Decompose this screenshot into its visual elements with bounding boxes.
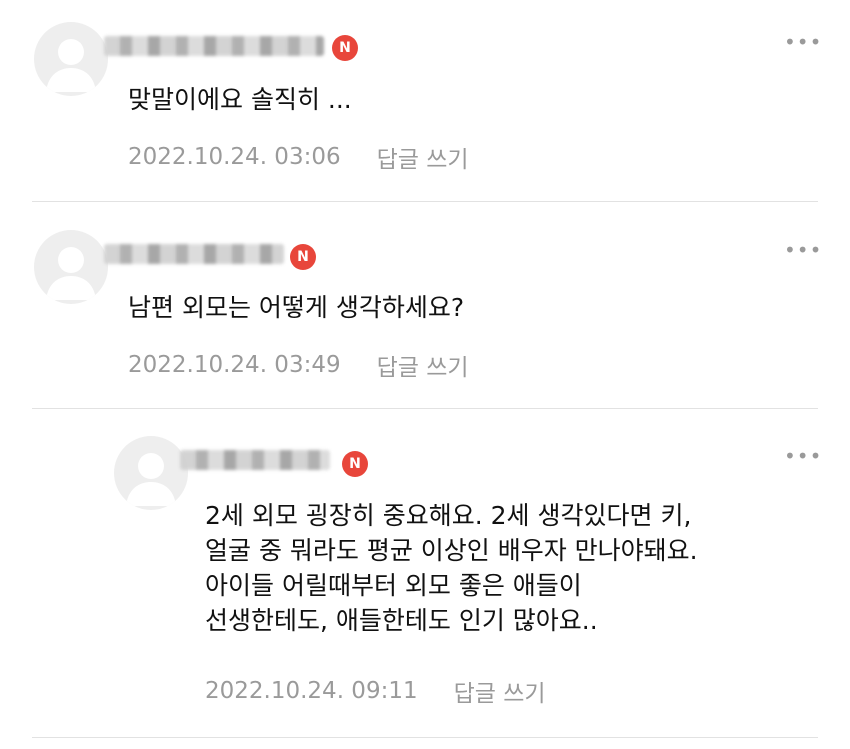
- avatar[interactable]: [114, 436, 188, 510]
- comment-meta: 2022.10.24. 03:49 답글 쓰기: [128, 348, 469, 382]
- timestamp: 2022.10.24. 03:49: [128, 352, 341, 378]
- user-silhouette-icon: [46, 247, 96, 300]
- avatar[interactable]: [34, 22, 108, 96]
- reply-button[interactable]: 답글 쓰기: [377, 348, 469, 382]
- divider: [32, 408, 818, 409]
- comment-text-line: 맞말이에요 솔직히 ...: [128, 85, 352, 114]
- timestamp: 2022.10.24. 03:06: [128, 144, 341, 170]
- user-silhouette-icon: [46, 39, 96, 92]
- comment-text-line: 남편 외모는 어떻게 생각하세요?: [128, 293, 465, 322]
- reply-button[interactable]: 답글 쓰기: [377, 140, 469, 174]
- new-badge: N: [342, 451, 368, 477]
- comment-text: 맞말이에요 솔직히 ...: [128, 82, 352, 117]
- author-name-redacted[interactable]: [180, 448, 330, 472]
- new-badge: N: [290, 244, 316, 270]
- divider: [32, 201, 818, 202]
- avatar[interactable]: [34, 230, 108, 304]
- more-dots-icon[interactable]: •••: [784, 238, 822, 262]
- author-name-redacted[interactable]: [104, 34, 324, 58]
- comment-text-line: 2세 외모 굉장히 중요해요. 2세 생각있다면 키,: [205, 501, 692, 530]
- comment-item: N ••• 남편 외모는 어떻게 생각하세요? 2022.10.24. 03:4…: [0, 208, 850, 408]
- more-dots-icon[interactable]: •••: [784, 30, 822, 54]
- comment-text: 남편 외모는 어떻게 생각하세요?: [128, 290, 464, 325]
- author-name-redacted[interactable]: [104, 242, 284, 266]
- user-silhouette-icon: [126, 453, 176, 506]
- comment-text-line: 선생한테도, 애들한테도 인기 많아요..: [205, 606, 598, 635]
- comment-text-line: 얼굴 중 뭐라도 평균 이상인 배우자 만나야돼요.: [205, 536, 698, 565]
- comment-item: N ••• 맞말이에요 솔직히 ... 2022.10.24. 03:06 답글…: [0, 0, 850, 200]
- comment-text-line: 아이들 어릴때부터 외모 좋은 애들이: [205, 571, 582, 600]
- reply-button[interactable]: 답글 쓰기: [454, 674, 546, 708]
- timestamp: 2022.10.24. 09:11: [205, 678, 418, 704]
- divider: [32, 737, 818, 738]
- new-badge: N: [332, 35, 358, 61]
- comment-meta: 2022.10.24. 09:11 답글 쓰기: [205, 674, 546, 708]
- comment-text: 2세 외모 굉장히 중요해요. 2세 생각있다면 키, 얼굴 중 뭐라도 평균 …: [205, 498, 698, 638]
- reply-comment-item: N ••• 2세 외모 굉장히 중요해요. 2세 생각있다면 키, 얼굴 중 뭐…: [0, 414, 850, 734]
- more-dots-icon[interactable]: •••: [784, 444, 822, 468]
- comment-meta: 2022.10.24. 03:06 답글 쓰기: [128, 140, 469, 174]
